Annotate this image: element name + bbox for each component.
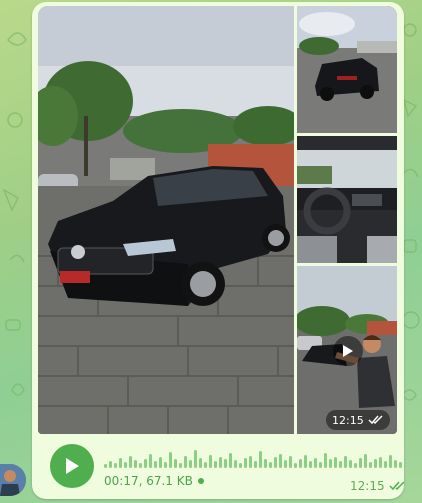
waveform-bar: [379, 457, 382, 468]
waveform-bar: [349, 460, 352, 468]
waveform-bar: [269, 462, 272, 468]
waveform-bar: [399, 462, 402, 468]
waveform-bar: [264, 459, 267, 468]
waveform-bar: [369, 462, 372, 468]
waveform-bar: [289, 456, 292, 468]
voice-time-label: 12:15: [350, 479, 385, 493]
play-icon: [66, 458, 79, 474]
waveform-bar: [384, 461, 387, 468]
waveform-bar: [394, 460, 397, 468]
waveform-bar: [209, 455, 212, 468]
waveform-bar: [199, 458, 202, 468]
waveform-bar: [224, 459, 227, 468]
waveform-bar: [254, 461, 257, 468]
waveform-bar: [114, 463, 117, 468]
car-rear-thumbnail[interactable]: [297, 6, 397, 133]
voice-waveform[interactable]: [104, 446, 404, 468]
waveform-bar: [249, 456, 252, 468]
waveform-bar: [149, 454, 152, 468]
main-car-photo[interactable]: [38, 6, 294, 434]
video-play-icon[interactable]: [333, 336, 363, 366]
waveform-bar: [189, 460, 192, 468]
voice-duration-size: 00:17, 67.1 KB: [104, 474, 193, 488]
waveform-bar: [109, 461, 112, 468]
waveform-bar: [329, 459, 332, 468]
waveform-bar: [234, 460, 237, 468]
waveform-bar: [119, 458, 122, 468]
waveform-bar: [319, 462, 322, 468]
waveform-bar: [284, 460, 287, 468]
waveform-bar: [299, 459, 302, 468]
waveform-bar: [389, 455, 392, 468]
waveform-bar: [229, 453, 232, 468]
waveform-bar: [154, 461, 157, 468]
waveform-bar: [124, 462, 127, 468]
waveform-bar: [324, 453, 327, 468]
voice-meta: 00:17, 67.1 KB: [104, 474, 204, 488]
double-check-icon: [389, 481, 405, 491]
waveform-bar: [174, 459, 177, 468]
waveform-bar: [259, 451, 262, 468]
waveform-bar: [239, 463, 242, 468]
car-interior-thumbnail[interactable]: [297, 136, 397, 263]
waveform-bar: [359, 458, 362, 468]
waveform-bar: [144, 459, 147, 468]
waveform-bar: [294, 463, 297, 468]
waveform-bar: [184, 456, 187, 468]
double-check-icon: [368, 415, 383, 425]
waveform-bar: [244, 458, 247, 468]
waveform-bar: [194, 450, 197, 468]
waveform-bar: [344, 456, 347, 468]
waveform-bar: [339, 461, 342, 468]
voice-timestamp: 12:15: [350, 479, 407, 493]
waveform-bar: [214, 461, 217, 468]
waveform-bar: [164, 462, 167, 468]
waveform-bar: [159, 457, 162, 468]
waveform-bar: [354, 463, 357, 468]
media-time-label: 12:15: [332, 413, 364, 427]
waveform-bar: [309, 461, 312, 468]
waveform-bar: [334, 457, 337, 468]
voice-message: 00:17, 67.1 KB 12:15: [38, 437, 405, 497]
waveform-bar: [204, 462, 207, 468]
waveform-bar: [374, 459, 377, 468]
waveform-bar: [219, 457, 222, 468]
waveform-bar: [129, 456, 132, 468]
waveform-bar: [104, 464, 107, 468]
waveform-bar: [169, 452, 172, 468]
waveform-bar: [179, 463, 182, 468]
unplayed-dot-icon: [197, 478, 204, 484]
waveform-bar: [279, 454, 282, 468]
waveform-bar: [139, 463, 142, 468]
waveform-bar: [304, 455, 307, 468]
waveform-bar: [364, 454, 367, 468]
waveform-bar: [274, 457, 277, 468]
media-timestamp: 12:15: [326, 410, 390, 430]
waveform-bar: [314, 458, 317, 468]
voice-play-button[interactable]: [50, 444, 94, 488]
waveform-bar: [134, 460, 137, 468]
